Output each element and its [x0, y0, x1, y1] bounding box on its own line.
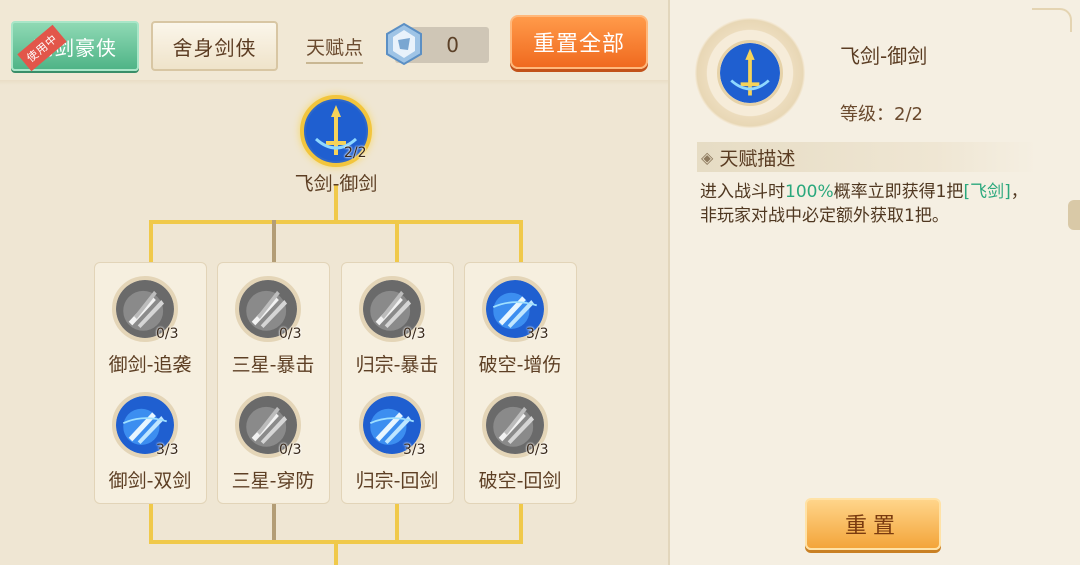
connector-line	[519, 504, 523, 544]
corner-ornament	[1032, 8, 1072, 32]
connector-line	[149, 504, 153, 544]
talent-name: 破空-回剑	[478, 470, 562, 492]
detail-title: 飞剑-御剑	[840, 44, 928, 68]
level-counter: 3/3	[403, 442, 426, 458]
connector-line	[272, 504, 276, 544]
talent-name: 御剑-双剑	[108, 470, 192, 492]
connector-line	[149, 220, 523, 224]
flying-sword-icon	[717, 40, 783, 106]
talent-node[interactable]: 3/3 归宗-回剑	[356, 392, 438, 502]
talent-node[interactable]: 0/3 三星-穿防	[232, 392, 314, 502]
talent-name: 归宗-暴击	[355, 354, 439, 376]
tab-self-sacrifice-swordsman[interactable]: 舍身剑侠	[151, 21, 278, 71]
talent-name: 御剑-追袭	[108, 354, 192, 376]
talent-name: 三星-暴击	[231, 354, 315, 376]
talent-node[interactable]: 0/3 御剑-追袭	[109, 276, 191, 386]
level-counter: 0/3	[526, 442, 549, 458]
connector-line	[519, 220, 523, 262]
talent-node[interactable]: 3/3 御剑-双剑	[109, 392, 191, 502]
diamond-icon: ◈	[701, 147, 714, 167]
desc-highlight: [飞剑]	[963, 182, 1011, 202]
talent-node[interactable]: 0/3 破空-回剑	[479, 392, 561, 502]
desc-text: 进入战斗时	[700, 182, 785, 202]
level-counter: 0/3	[403, 326, 426, 342]
talent-detail-panel: 飞剑-御剑 等级：2/2 ◈ 天赋描述 进入战斗时100%概率立即获得1把[飞剑…	[668, 0, 1080, 565]
level-counter: 3/3	[526, 326, 549, 342]
talent-name: 飞剑-御剑	[294, 173, 378, 195]
level-counter: 0/3	[279, 442, 302, 458]
desc-text: 概率立即获得1把	[833, 182, 964, 202]
connector-line	[149, 220, 153, 262]
detail-level: 等级：2/2	[840, 104, 923, 125]
talent-node[interactable]: 0/3 归宗-暴击	[356, 276, 438, 386]
panel-scroll-tab[interactable]	[1068, 200, 1080, 230]
level-counter: 2/2	[344, 145, 367, 161]
level-counter: 0/3	[156, 326, 179, 342]
talent-node-root[interactable]: 2/2 飞剑-御剑	[295, 93, 377, 195]
description-heading-label: 天赋描述	[719, 147, 796, 170]
detail-icon-frame	[695, 18, 805, 128]
description-heading: ◈ 天赋描述	[697, 142, 1037, 172]
level-counter: 3/3	[156, 442, 179, 458]
tab-flying-sword-hero[interactable]: 使用中 飞剑豪侠	[11, 21, 139, 72]
talent-tree-panel: 使用中 飞剑豪侠 舍身剑侠 天赋点 0 重置全部 2/2 飞剑-御剑 0/3 御…	[0, 0, 668, 565]
talent-name: 归宗-回剑	[355, 470, 439, 492]
talent-node[interactable]: 0/3 三星-暴击	[232, 276, 314, 386]
talent-name: 破空-增伤	[478, 354, 562, 376]
connector-line	[334, 544, 338, 565]
tab-label: 舍身剑侠	[172, 35, 257, 60]
talent-name: 三星-穿防	[231, 470, 315, 492]
talent-crystal-icon	[386, 22, 422, 66]
reset-all-button[interactable]: 重置全部	[510, 15, 648, 69]
connector-line	[395, 504, 399, 544]
connector-line	[395, 220, 399, 262]
talent-node[interactable]: 3/3 破空-增伤	[479, 276, 561, 386]
level-counter: 0/3	[279, 326, 302, 342]
connector-line	[272, 220, 276, 262]
talent-points-label: 天赋点	[306, 33, 364, 64]
description-text: 进入战斗时100%概率立即获得1把[飞剑]，非玩家对战中必定额外获取1把。	[700, 180, 1040, 228]
desc-highlight: 100%	[785, 182, 834, 202]
reset-button[interactable]: 重置	[805, 498, 941, 550]
